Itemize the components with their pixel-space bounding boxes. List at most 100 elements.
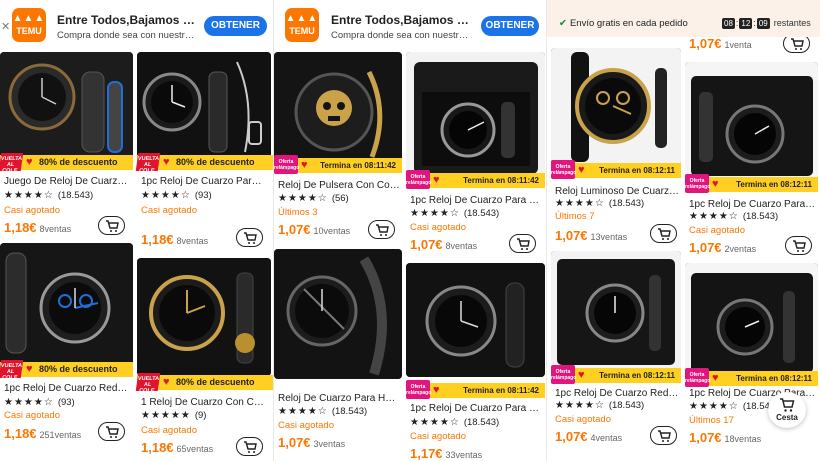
back-to-school-badge: VUELTA AL COLE <box>0 360 24 381</box>
heart-icon: ♥ <box>712 372 719 384</box>
product-image[interactable] <box>137 52 271 162</box>
product-title[interactable]: 1pc Reloj De Cuarzo Redondo Para Hombre <box>4 383 130 394</box>
check-icon: ✔ <box>559 18 567 29</box>
promo-banner: VUELTA AL COLE ♥ 80% de descuento <box>135 153 273 174</box>
star-rating-icon: ★★★★☆ <box>689 211 739 222</box>
get-app-button[interactable]: OBTENER <box>204 16 267 36</box>
stock-status: Casi agotado <box>141 425 197 436</box>
product-image[interactable] <box>551 48 681 166</box>
shopping-basket-button[interactable]: Cesta <box>768 392 806 428</box>
product-price: 1,18€ 8ventas <box>141 232 209 247</box>
product-rating: ★★★★☆ (18.543) <box>689 401 779 412</box>
add-to-cart-button[interactable] <box>650 224 677 243</box>
product-title[interactable]: 1pc Reloj De Cuarzo Para Hombre <box>141 176 267 187</box>
product-card[interactable]: Oferta relámpago ♥ Termina en 08:12:11 R… <box>551 48 681 248</box>
product-image[interactable] <box>274 52 402 164</box>
product-card[interactable]: Oferta relámpago ♥ Termina en 08:12:11 1… <box>551 251 681 461</box>
star-rating-icon: ★★★★☆ <box>410 208 460 219</box>
product-card[interactable]: VUELTA AL COLE ♥ 80% de descuento 1 Relo… <box>135 258 273 461</box>
flash-deal-badge: Oferta relámpago <box>274 155 299 174</box>
product-price: 1,07€ 13ventas <box>555 228 628 243</box>
flash-sale-banner: Oferta relámpago ♥ Termina en 08:11:42 <box>274 155 402 174</box>
add-to-cart-button[interactable] <box>650 426 677 445</box>
get-app-button[interactable]: OBTENER <box>481 16 539 36</box>
star-rating-icon: ★★★★☆ <box>410 417 460 428</box>
flash-sale-banner: Oferta relámpago ♥ Termina en 08:12:11 <box>551 160 681 179</box>
product-rating: ★★★★☆ (18.543) <box>689 211 779 222</box>
product-card[interactable]: VUELTA AL COLE ♥ 80% de descuento Juego … <box>0 52 133 242</box>
cart-icon <box>244 441 257 453</box>
product-card[interactable]: Oferta relámpago ♥ Termina en 08:11:42 1… <box>406 52 545 257</box>
app-install-banner[interactable]: ✕ ▲▲▲TEMU Entre Todos,Bajamos Precios Co… <box>0 0 273 46</box>
product-card[interactable]: VUELTA AL COLE ♥ 80% de descuento 1pc Re… <box>135 52 273 247</box>
product-title[interactable]: Juego De Reloj De Cuarzo Para Hombre <box>4 176 130 187</box>
heart-icon: ♥ <box>26 156 33 168</box>
product-card[interactable]: Oferta relámpago ♥ Termina en 08:11:42 1… <box>406 263 545 461</box>
product-image[interactable] <box>551 251 681 371</box>
stock-status: Últimos 7 <box>555 211 595 222</box>
product-feed-panel-1: ✕ ▲▲▲TEMU Entre Todos,Bajamos Precios Co… <box>0 0 273 461</box>
product-title[interactable]: Reloj De Pulsera Con Correa De Acero <box>278 180 400 191</box>
app-install-banner[interactable]: ▲▲▲TEMU Entre Todos,Bajamos Precios Comp… <box>274 0 545 46</box>
flash-sale-banner: Oferta relámpago ♥ Termina en 08:12:11 <box>685 368 818 387</box>
cart-icon <box>106 220 119 232</box>
banner-title: Entre Todos,Bajamos Precios <box>331 13 471 27</box>
product-title[interactable]: Reloj Luminoso De Cuarzo Con Calendario <box>555 186 679 197</box>
add-to-cart-button[interactable] <box>98 216 125 235</box>
product-rating: ★★★★☆ (18.543) <box>410 417 500 428</box>
add-to-cart-button[interactable] <box>236 228 263 247</box>
product-image[interactable] <box>137 258 271 376</box>
product-card[interactable]: Oferta relámpago ♥ Termina en 08:11:42 R… <box>274 52 402 242</box>
add-to-cart-button[interactable] <box>98 422 125 441</box>
stock-status: Casi agotado <box>689 225 745 236</box>
product-title[interactable]: 1pc Reloj De Cuarzo Para Hombre <box>410 403 543 414</box>
banner-subtitle: Compra donde sea con nuestra App <box>331 30 471 41</box>
product-title[interactable]: Reloj De Cuarzo Para Hombre <box>278 393 400 404</box>
product-card[interactable]: VUELTA AL COLE ♥ 80% de descuento 1pc Re… <box>0 243 133 461</box>
product-title[interactable]: 1pc Reloj De Cuarzo Redondo <box>555 388 679 399</box>
star-rating-icon: ★★★★☆ <box>4 397 54 408</box>
star-rating-icon: ★★★★☆ <box>278 406 328 417</box>
star-rating-icon: ★★★★☆ <box>689 401 739 412</box>
product-rating: ★★★★☆ (18.543) <box>410 208 500 219</box>
flash-deal-badge: Oferta relámpago <box>406 170 431 189</box>
add-to-cart-button[interactable] <box>785 236 812 255</box>
cart-icon <box>106 426 119 438</box>
product-price: 1,17€ 33ventas <box>410 446 483 461</box>
heart-icon: ♥ <box>163 376 170 388</box>
heart-icon: ♥ <box>433 384 440 396</box>
star-rating-icon: ★★★★☆ <box>555 198 605 209</box>
product-title[interactable]: 1 Reloj De Cuarzo Con Calendario <box>141 397 269 408</box>
add-to-cart-button[interactable] <box>236 437 263 456</box>
product-image[interactable] <box>406 263 545 377</box>
banner-subtitle: Compra donde sea con nuestra App <box>57 30 199 41</box>
product-image[interactable] <box>406 52 545 180</box>
product-image[interactable] <box>685 62 818 182</box>
stock-status: Casi agotado <box>4 205 60 216</box>
flash-deal-badge: Oferta relámpago <box>551 365 576 384</box>
free-shipping-text: ✔ Envío gratis en cada pedido <box>559 18 688 29</box>
product-image[interactable] <box>0 52 133 162</box>
product-title[interactable]: 1pc Reloj De Cuarzo Para Hombre <box>410 195 543 206</box>
temu-logo: ▲▲▲ TEMU <box>285 8 319 42</box>
product-price: 1,18€ 65ventas <box>141 440 214 455</box>
product-rating: ★★★★☆ (18.543) <box>555 400 645 411</box>
product-image[interactable] <box>274 249 402 379</box>
product-feed-panel-3: 1,07€ 1venta ✔ Envío gratis en cada pedido… <box>547 0 820 461</box>
add-to-cart-button[interactable] <box>368 220 395 239</box>
product-title[interactable]: 1pc Reloj De Cuarzo Para Hombre <box>689 199 816 210</box>
product-rating: ★★★★☆ (93) <box>141 190 212 201</box>
flash-sale-banner: Oferta relámpago ♥ Termina en 08:12:11 <box>551 365 681 384</box>
cart-icon <box>517 238 530 250</box>
product-image[interactable] <box>685 263 818 378</box>
add-to-cart-button[interactable] <box>509 234 536 253</box>
product-card[interactable]: Reloj De Cuarzo Para Hombre ★★★★☆(18.543… <box>274 249 402 461</box>
product-price: 1,07€ 1venta <box>689 36 752 51</box>
product-card[interactable]: Oferta relámpago ♥ Termina en 08:12:11 1… <box>685 62 818 258</box>
close-icon[interactable]: ✕ <box>1 20 10 33</box>
heart-icon: ♥ <box>301 159 308 171</box>
countdown-timer: 08:12:09 restantes <box>722 18 811 29</box>
product-card[interactable]: Oferta relámpago ♥ Termina en 08:12:11 1… <box>685 263 818 461</box>
stock-status: Casi agotado <box>278 420 334 431</box>
product-image[interactable] <box>0 243 133 371</box>
